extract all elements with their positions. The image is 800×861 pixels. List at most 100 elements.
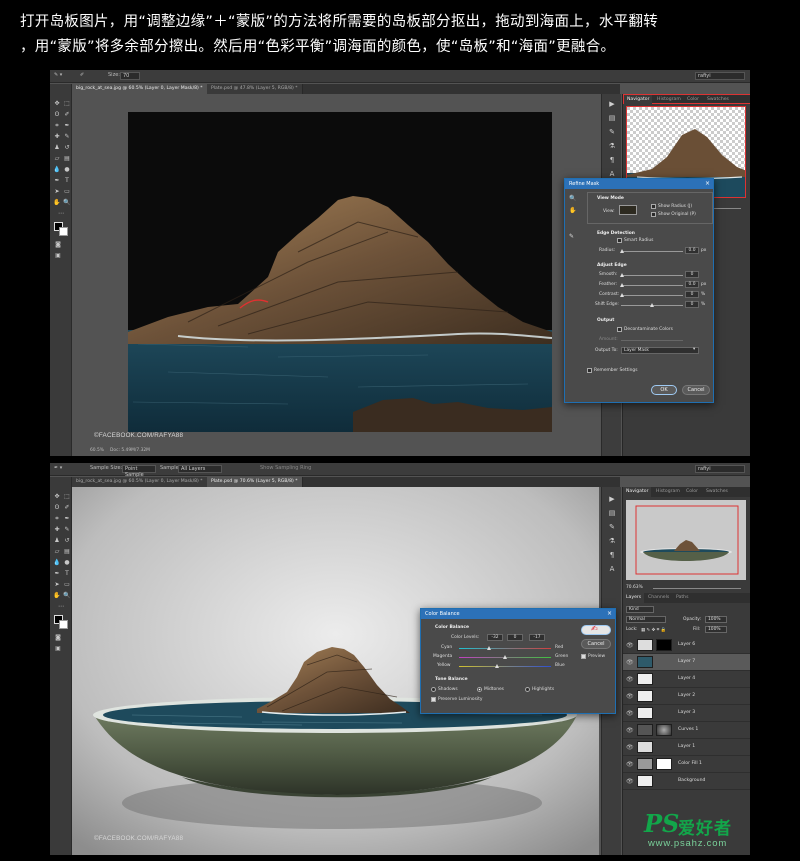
tab-layers[interactable]: Layers: [623, 593, 645, 603]
pen-tool-icon[interactable]: ✒: [53, 570, 61, 577]
sample-size-field[interactable]: Point Sample: [122, 465, 156, 478]
layer-row-selected[interactable]: 👁 Layer 7: [623, 654, 750, 671]
actions-panel-icon[interactable]: ▤: [608, 114, 616, 122]
cancel-button-2[interactable]: Cancel: [581, 639, 611, 649]
hand-tool-icon[interactable]: ✋: [53, 592, 61, 599]
smooth-slider-knob[interactable]: [620, 273, 624, 277]
paragraph-panel-icon[interactable]: ¶: [608, 551, 616, 559]
decontaminate-checkbox[interactable]: [617, 327, 622, 332]
gradient-tool-icon[interactable]: ▤: [63, 155, 71, 162]
close-icon[interactable]: ×: [607, 609, 612, 619]
smooth-slider[interactable]: [621, 275, 683, 276]
tab-plate-2[interactable]: Plate.psd @ 70.6% (Layer 5, RGB/8) *: [207, 477, 303, 487]
tab-big-rock[interactable]: big_rock_at_sea.jpg @ 60.5% (Layer 0, La…: [72, 84, 208, 94]
yellow-blue-knob[interactable]: [495, 664, 499, 668]
background-color-swatch[interactable]: [59, 620, 68, 629]
close-icon[interactable]: ×: [705, 179, 710, 189]
blend-mode-dropdown[interactable]: Normal: [626, 616, 666, 623]
brush-panel-icon[interactable]: ✎: [608, 128, 616, 136]
yellow-blue-slider[interactable]: [459, 666, 551, 667]
refine-radius-tool-icon-dialog[interactable]: ✎: [569, 233, 574, 240]
quick-select-tool-icon[interactable]: ✐: [63, 111, 71, 118]
eyedropper-tool-icon-2[interactable]: ✒ ▾: [54, 465, 62, 471]
midtones-radio[interactable]: [477, 687, 482, 692]
radius-slider-knob[interactable]: [620, 249, 624, 253]
layer-row[interactable]: 👁 Curves 1: [623, 722, 750, 739]
tab-paths[interactable]: Paths: [673, 593, 692, 603]
cyan-red-slider[interactable]: [459, 648, 551, 649]
tab-swatches[interactable]: Swatches: [704, 95, 732, 105]
layer-row[interactable]: 👁 Layer 1: [623, 739, 750, 756]
magenta-green-knob[interactable]: [503, 655, 507, 659]
document-canvas[interactable]: [128, 112, 552, 432]
layer-row[interactable]: 👁 Layer 4: [623, 671, 750, 688]
feather-slider-knob[interactable]: [620, 283, 624, 287]
eraser-tool-icon[interactable]: ▱: [53, 155, 61, 162]
clone-panel-icon[interactable]: ⚗: [608, 537, 616, 545]
eye-icon[interactable]: 👁: [626, 676, 634, 683]
pen-tool-icon[interactable]: ✒: [53, 177, 61, 184]
fill-field[interactable]: 100%: [705, 626, 727, 633]
contrast-slider-knob[interactable]: [620, 293, 624, 297]
radius-slider[interactable]: [621, 251, 683, 252]
workspace-switcher[interactable]: rafiyi: [695, 72, 745, 80]
navigator-preview-2[interactable]: [626, 500, 746, 580]
feather-value[interactable]: 0.0: [685, 281, 699, 288]
paragraph-panel-icon[interactable]: ¶: [608, 156, 616, 164]
blur-tool-icon[interactable]: 💧: [53, 166, 61, 173]
ok-button[interactable]: OK: [651, 385, 677, 395]
zoom-tool-icon-dialog[interactable]: 🔍: [569, 195, 576, 202]
view-mode-thumbnail[interactable]: [619, 205, 637, 215]
move-tool-icon[interactable]: ✥: [53, 100, 61, 107]
shift-edge-value[interactable]: 0: [685, 301, 699, 308]
opacity-field[interactable]: 100%: [705, 616, 727, 623]
healing-tool-icon[interactable]: ✚: [53, 526, 61, 533]
layer-row[interactable]: 👁 Background: [623, 773, 750, 790]
screen-mode-icon[interactable]: ▣: [54, 252, 62, 259]
quick-mask-icon[interactable]: ◙: [54, 634, 62, 641]
blur-tool-icon[interactable]: 💧: [53, 559, 61, 566]
actions-panel-icon[interactable]: ▤: [608, 509, 616, 517]
tab-histogram[interactable]: Histogram: [654, 95, 684, 105]
preserve-luminosity-checkbox[interactable]: [431, 697, 436, 702]
show-radius-checkbox[interactable]: [651, 204, 656, 209]
eye-icon[interactable]: 👁: [626, 727, 634, 734]
more-tools-icon[interactable]: ⋯: [57, 210, 65, 217]
brush-tool-icon-2[interactable]: ✎: [63, 133, 71, 140]
tab-plate[interactable]: Plate.psd @ 47.8% (Layer 5, RGB/8) *: [207, 84, 303, 94]
lasso-tool-icon[interactable]: ʘ: [53, 504, 61, 511]
tab-color[interactable]: Color: [684, 95, 702, 105]
stamp-tool-icon[interactable]: ♟: [53, 537, 61, 544]
eraser-tool-icon[interactable]: ▱: [53, 548, 61, 555]
clone-panel-icon[interactable]: ⚗: [608, 142, 616, 150]
character-panel-icon[interactable]: A: [608, 170, 616, 178]
screen-mode-icon[interactable]: ▣: [54, 645, 62, 652]
preview-checkbox[interactable]: [581, 654, 586, 659]
marquee-tool-icon[interactable]: ⬚: [63, 493, 71, 500]
contrast-value[interactable]: 0: [685, 291, 699, 298]
tab-histogram-2[interactable]: Histogram: [653, 487, 683, 497]
dodge-tool-icon[interactable]: ●: [63, 166, 71, 173]
tab-color-2[interactable]: Color: [683, 487, 701, 497]
contrast-slider[interactable]: [621, 295, 683, 296]
history-brush-icon[interactable]: ↺: [63, 537, 71, 544]
zoom-tool-icon[interactable]: 🔍: [63, 592, 71, 599]
path-select-icon[interactable]: ➤: [53, 581, 61, 588]
gradient-tool-icon[interactable]: ▤: [63, 548, 71, 555]
more-tools-icon[interactable]: ⋯: [57, 603, 65, 610]
navigator-zoom-value[interactable]: 70.63%: [626, 585, 643, 590]
size-field[interactable]: 70: [120, 72, 140, 80]
shift-edge-slider-knob[interactable]: [650, 303, 654, 307]
crop-tool-icon[interactable]: ⌗: [53, 122, 61, 129]
yellow-blue-level[interactable]: -17: [529, 634, 545, 641]
path-select-icon[interactable]: ➤: [53, 188, 61, 195]
output-to-dropdown[interactable]: Layer Mask: [621, 347, 699, 354]
tab-channels[interactable]: Channels: [645, 593, 672, 603]
shape-tool-icon[interactable]: ▭: [63, 188, 71, 195]
smart-radius-checkbox[interactable]: [617, 238, 622, 243]
history-panel-icon[interactable]: ▶: [608, 495, 616, 503]
feather-slider[interactable]: [621, 285, 683, 286]
eye-icon[interactable]: 👁: [626, 761, 634, 768]
shape-tool-icon[interactable]: ▭: [63, 581, 71, 588]
refine-radius-tool-icon[interactable]: ✐: [80, 72, 84, 78]
